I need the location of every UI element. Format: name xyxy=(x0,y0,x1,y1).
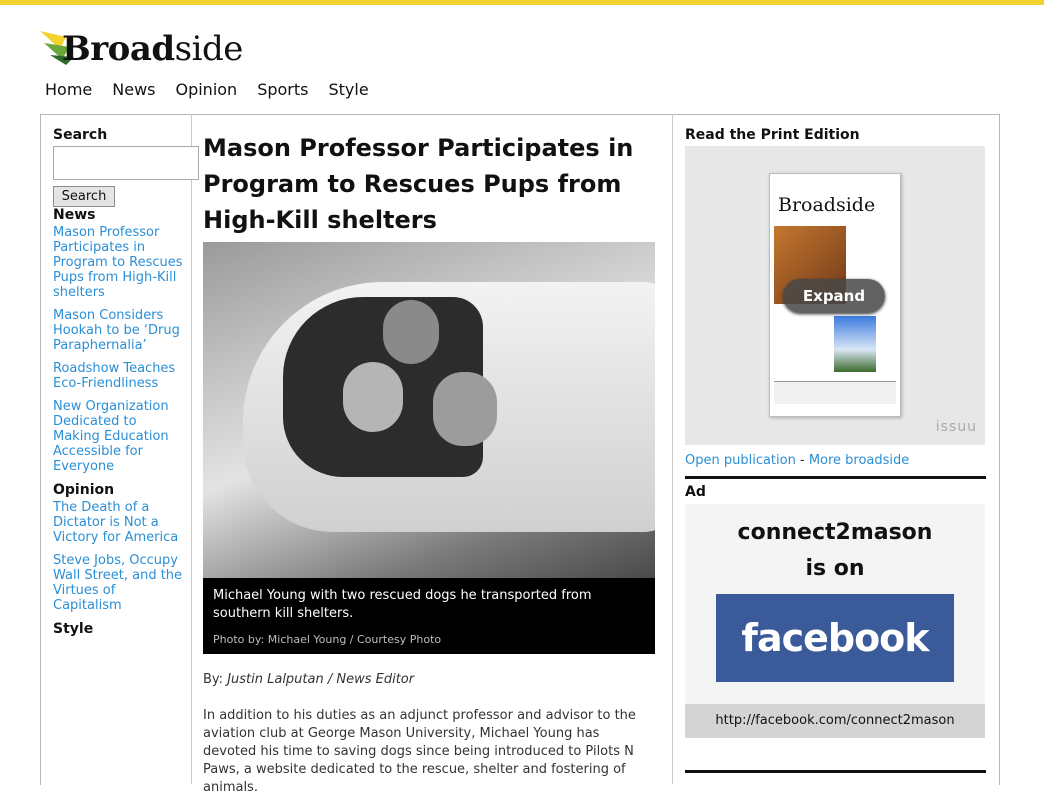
ad-heading: Ad xyxy=(685,484,706,500)
news-link[interactable]: Mason Considers Hookah to be ‘Drug Parap… xyxy=(53,308,185,353)
news-link[interactable]: Mason Professor Participates in Program … xyxy=(53,225,185,300)
top-accent-bar xyxy=(0,0,1044,5)
photo-dog-left xyxy=(343,362,403,432)
search-input[interactable] xyxy=(53,146,199,180)
article: Mason Professor Participates in Program … xyxy=(203,130,655,797)
ad-url: http://facebook.com/connect2mason xyxy=(685,704,985,738)
facebook-logo: facebook xyxy=(716,594,954,682)
nav-sports[interactable]: Sports xyxy=(257,80,308,99)
opinion-list: The Death of a Dictator is Not a Victory… xyxy=(53,500,185,613)
main-nav: Home News Opinion Sports Style xyxy=(45,80,369,99)
article-body: In addition to his duties as an adjunct … xyxy=(203,708,636,795)
section-rule xyxy=(685,770,986,773)
opinion-link[interactable]: The Death of a Dictator is Not a Victory… xyxy=(53,500,185,545)
ad-line-2: is on xyxy=(805,556,865,581)
news-link[interactable]: Roadshow Teaches Eco-Friendliness xyxy=(53,361,185,391)
search-button[interactable]: Search xyxy=(53,186,115,207)
nav-opinion[interactable]: Opinion xyxy=(175,80,237,99)
ad-line-1: connect2mason xyxy=(737,520,933,545)
issuu-logo[interactable]: issuu xyxy=(936,419,977,435)
issuu-viewer[interactable]: Broadside Expand issuu xyxy=(685,146,985,445)
search-heading: Search xyxy=(53,127,108,143)
section-title-news[interactable]: News xyxy=(53,207,185,223)
photo-pilot xyxy=(383,300,439,364)
print-edition-heading: Read the Print Edition xyxy=(685,127,860,143)
photo-caption: Michael Young with two rescued dogs he t… xyxy=(203,578,655,654)
cover-strip xyxy=(774,381,896,404)
cover-image xyxy=(834,316,876,372)
left-column-divider xyxy=(191,114,192,784)
article-headline: Mason Professor Participates in Program … xyxy=(203,134,634,234)
section-title-opinion[interactable]: Opinion xyxy=(53,482,185,498)
byline: By: Justin Lalputan / News Editor xyxy=(203,672,655,687)
left-sidebar: Search Search News Mason Professor Parti… xyxy=(53,127,199,637)
byline-author: Justin Lalputan / News Editor xyxy=(227,672,415,687)
caption-text: Michael Young with two rescued dogs he t… xyxy=(213,588,592,621)
open-publication-link[interactable]: Open publication xyxy=(685,453,796,468)
news-list: Mason Professor Participates in Program … xyxy=(53,225,185,474)
right-column-divider xyxy=(672,114,673,784)
site-logo[interactable]: Broadside xyxy=(40,27,250,73)
nav-home[interactable]: Home xyxy=(45,80,92,99)
byline-prefix: By: xyxy=(203,672,228,687)
cover-logo: Broadside xyxy=(778,194,876,216)
article-photo[interactable] xyxy=(203,242,655,578)
opinion-link[interactable]: Steve Jobs, Occupy Wall Street, and the … xyxy=(53,553,185,613)
link-separator: - xyxy=(795,453,809,468)
section-title-style[interactable]: Style xyxy=(53,621,185,637)
facebook-ad[interactable]: connect2mason is on facebook http://face… xyxy=(685,504,985,738)
expand-button[interactable]: Expand xyxy=(783,279,885,313)
more-broadside-link[interactable]: More broadside xyxy=(809,453,909,468)
logo-wordmark: Broadside xyxy=(62,29,243,69)
right-sidebar: Read the Print Edition Broadside Expand … xyxy=(685,127,986,738)
photo-dog-right xyxy=(433,372,497,446)
news-link[interactable]: New Organization Dedicated to Making Edu… xyxy=(53,399,185,474)
publication-links: Open publication - More broadside xyxy=(685,453,986,468)
nav-news[interactable]: News xyxy=(112,80,155,99)
nav-style[interactable]: Style xyxy=(329,80,369,99)
photo-credit: Photo by: Michael Young / Courtesy Photo xyxy=(213,633,442,646)
section-rule xyxy=(685,476,986,479)
